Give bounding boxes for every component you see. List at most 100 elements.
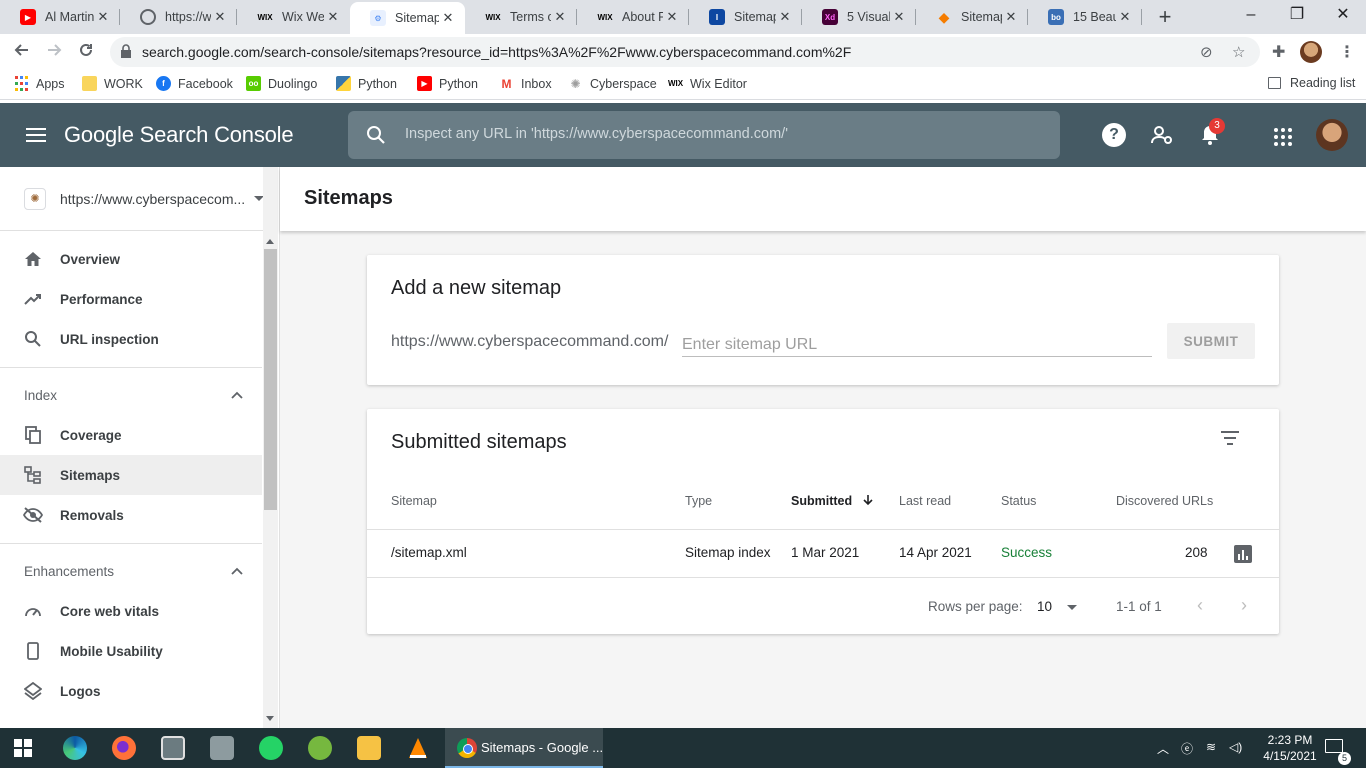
rows-per-page-select[interactable]: 10: [1037, 599, 1052, 614]
paint-icon[interactable]: [210, 736, 234, 760]
chevron-right-icon[interactable]: ›: [1241, 595, 1247, 616]
close-tab-icon[interactable]: ✕: [1116, 9, 1134, 25]
browser-tab[interactable]: WIX Wix Web ✕: [237, 0, 350, 34]
close-tab-icon[interactable]: ✕: [663, 9, 681, 25]
edge-icon[interactable]: [63, 736, 87, 760]
volume-icon[interactable]: ◁): [1229, 740, 1242, 754]
whatsapp-icon[interactable]: [259, 736, 283, 760]
url-inspection-search[interactable]: Inspect any URL in 'https://www.cyberspa…: [348, 111, 1060, 159]
minimize-button[interactable]: –: [1228, 0, 1274, 32]
account-avatar[interactable]: [1316, 119, 1348, 151]
close-tab-icon[interactable]: ✕: [211, 9, 229, 25]
filter-icon[interactable]: [1221, 431, 1239, 445]
calculator-icon[interactable]: [161, 736, 185, 760]
bookmark-apps[interactable]: Apps: [14, 76, 65, 91]
sidebar-scrollbar[interactable]: [263, 167, 278, 728]
input-method-icon[interactable]: ⓔ: [1181, 740, 1193, 757]
close-window-button[interactable]: ✕: [1320, 0, 1366, 32]
sidebar-item-sitemaps[interactable]: Sitemaps: [0, 455, 262, 495]
section-enhancements[interactable]: Enhancements: [0, 551, 262, 591]
home-icon: [25, 252, 41, 266]
wifi-icon[interactable]: ≋: [1206, 740, 1216, 754]
bookmark-python[interactable]: Python: [336, 76, 397, 91]
manage-users-icon[interactable]: [1150, 123, 1174, 147]
chevron-up-icon[interactable]: ︿: [1157, 740, 1169, 757]
column-header-last-read[interactable]: Last read: [899, 494, 951, 508]
browser-tab[interactable]: bo 15 Beauti ✕: [1028, 0, 1142, 34]
property-selector[interactable]: ✺ https://www.cyberspacecom...: [0, 167, 278, 231]
help-icon[interactable]: ?: [1102, 123, 1126, 147]
google-apps-icon[interactable]: [1274, 128, 1292, 146]
main-menu-icon[interactable]: [26, 128, 46, 142]
browser-tab[interactable]: I Sitemap ✕: [689, 0, 802, 34]
bookmark-work[interactable]: WORK: [82, 76, 143, 91]
system-clock[interactable]: 2:23 PM 4/15/2021: [1255, 732, 1325, 764]
file-explorer-icon[interactable]: [357, 736, 381, 760]
caret-down-icon[interactable]: [1067, 605, 1077, 610]
browser-tab[interactable]: https://w ✕: [120, 0, 237, 34]
sidebar-item-url-inspection[interactable]: URL inspection: [0, 319, 262, 359]
scroll-down-arrow[interactable]: [266, 716, 274, 721]
action-center-icon[interactable]: [1325, 739, 1343, 753]
forward-button[interactable]: [40, 38, 68, 66]
bookmark-duolingo[interactable]: oo Duolingo: [246, 76, 317, 91]
close-tab-icon[interactable]: ✕: [551, 9, 569, 25]
browser-tab[interactable]: ▶ Al Martin ✕: [0, 0, 120, 34]
column-header-status[interactable]: Status: [1001, 494, 1036, 508]
bar-chart-icon[interactable]: [1234, 545, 1252, 563]
sidebar-item-logos[interactable]: Logos: [0, 671, 262, 711]
submit-button[interactable]: SUBMIT: [1167, 323, 1255, 359]
scroll-thumb[interactable]: [264, 249, 277, 510]
close-tab-icon[interactable]: ✕: [776, 9, 794, 25]
wix-icon: WIX: [597, 12, 613, 22]
browser-tab[interactable]: ◆ Sitemap ✕: [916, 0, 1028, 34]
windows-start-icon[interactable]: [14, 739, 32, 757]
profile-avatar[interactable]: [1300, 41, 1322, 63]
column-header-discovered-urls[interactable]: Discovered URLs: [1116, 494, 1213, 508]
menu-dots-icon[interactable]: ⋮: [1339, 42, 1355, 62]
new-tab-button[interactable]: +: [1154, 6, 1176, 28]
star-icon[interactable]: ☆: [1232, 43, 1245, 61]
sitemap-url-input[interactable]: [682, 329, 1152, 357]
close-tab-icon[interactable]: ✕: [324, 9, 342, 25]
reading-list-button[interactable]: Reading list: [1268, 76, 1355, 90]
column-header-type[interactable]: Type: [685, 494, 712, 508]
sidebar-item-performance[interactable]: Performance: [0, 279, 262, 319]
back-button[interactable]: [8, 38, 36, 66]
scroll-up-arrow[interactable]: [266, 239, 274, 244]
chevron-left-icon[interactable]: ‹: [1197, 595, 1203, 616]
browser-tab[interactable]: Xd 5 Visual S ✕: [802, 0, 916, 34]
close-tab-icon[interactable]: ✕: [890, 9, 908, 25]
extensions-icon[interactable]: ✚: [1272, 42, 1285, 62]
restore-button[interactable]: ❐: [1274, 0, 1320, 32]
close-tab-icon[interactable]: ✕: [439, 10, 457, 26]
browser-tab-active[interactable]: ⚙ Sitemaps ✕: [350, 2, 465, 34]
browser-tab[interactable]: WIX About Pr ✕: [577, 0, 689, 34]
section-index[interactable]: Index: [0, 375, 262, 415]
firefox-icon[interactable]: [112, 736, 136, 760]
column-header-submitted[interactable]: Submitted: [791, 494, 874, 508]
utorrent-icon[interactable]: [308, 736, 332, 760]
close-tab-icon[interactable]: ✕: [1002, 9, 1020, 25]
sidebar-item-removals[interactable]: Removals: [0, 495, 262, 535]
bookmark-wix-editor[interactable]: WIX Wix Editor: [668, 76, 747, 91]
close-tab-icon[interactable]: ✕: [94, 9, 112, 25]
vlc-icon[interactable]: [406, 736, 430, 760]
wix-icon: WIX: [257, 12, 273, 22]
bookmark-facebook[interactable]: f Facebook: [156, 76, 233, 91]
sidebar-item-core-web-vitals[interactable]: Core web vitals: [0, 591, 262, 631]
sidebar-item-coverage[interactable]: Coverage: [0, 415, 262, 455]
bookmark-label: WORK: [104, 76, 143, 91]
address-bar[interactable]: search.google.com/search-console/sitemap…: [110, 37, 1260, 67]
bookmark-python-youtube[interactable]: ▶ Python: [417, 76, 478, 91]
column-header-sitemap[interactable]: Sitemap: [391, 494, 437, 508]
reload-button[interactable]: [72, 38, 100, 66]
sidebar-item-label: Overview: [60, 251, 121, 267]
sidebar-item-mobile-usability[interactable]: Mobile Usability: [0, 631, 262, 671]
bookmark-cyberspace[interactable]: ✺ Cyberspace: [568, 76, 656, 91]
sidebar-item-overview[interactable]: Overview: [0, 239, 262, 279]
bookmark-inbox[interactable]: M Inbox: [499, 76, 552, 91]
taskbar-chrome-window[interactable]: Sitemaps - Google ...: [445, 728, 603, 768]
eye-off-icon[interactable]: ⊘: [1200, 43, 1213, 61]
browser-tab[interactable]: WIX Terms of ✕: [465, 0, 577, 34]
